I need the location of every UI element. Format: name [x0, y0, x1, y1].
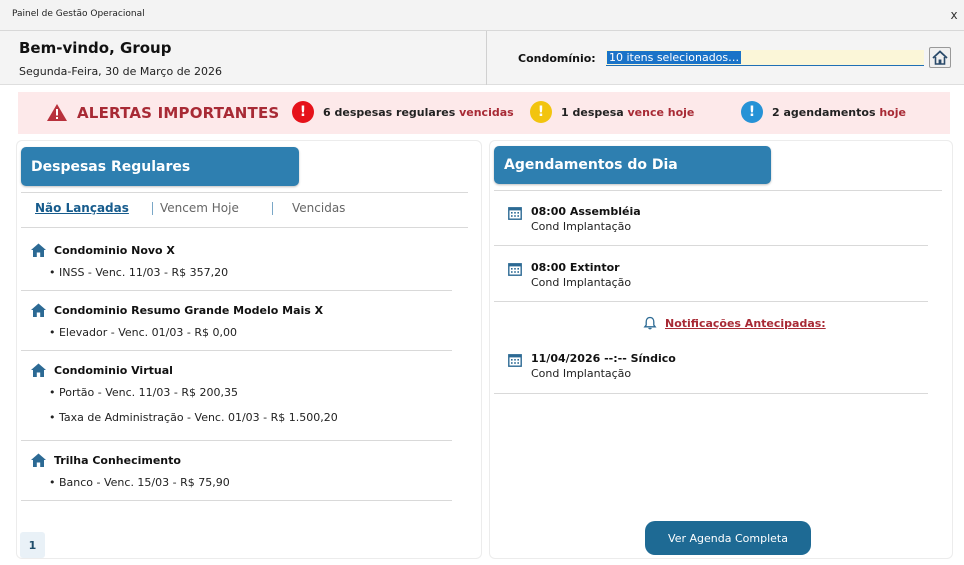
condo-label: Condomínio: — [518, 52, 596, 65]
calendar-icon — [508, 207, 522, 220]
header: Bem-vindo, Group Segunda-Feira, 30 de Ma… — [0, 31, 964, 85]
home-icon — [31, 303, 46, 317]
full-agenda-button[interactable]: Ver Agenda Completa — [645, 521, 811, 555]
alert-overdue[interactable]: ! 6 despesas regulares vencidas — [292, 101, 514, 123]
schedule-panel-title: Agendamentos do Dia — [494, 146, 771, 184]
tab-vencidas[interactable]: Vencidas — [292, 201, 345, 215]
home-icon — [31, 243, 46, 257]
current-date: Segunda-Feira, 30 de Março de 2026 — [19, 65, 222, 78]
divider — [21, 500, 452, 501]
alerts-title: ALERTAS IMPORTANTES — [77, 103, 280, 122]
tab-separator — [272, 202, 273, 215]
warning-triangle-icon — [47, 104, 67, 121]
header-divider — [486, 31, 487, 85]
appointment-title: 11/04/2026 --:-- Síndico — [531, 352, 676, 365]
alert-due-today-highlight: vence hoje — [627, 105, 695, 119]
divider — [21, 192, 468, 193]
alert-due-today-text: 1 despesa — [561, 105, 628, 119]
condo-select[interactable]: 10 itens selecionados… — [606, 50, 924, 66]
alert-due-today[interactable]: ! 1 despesa vence hoje — [530, 101, 694, 123]
advance-notifications-link[interactable]: Notificações Antecipadas: — [665, 317, 826, 330]
tab-vencem-hoje[interactable]: Vencem Hoje — [160, 201, 239, 215]
bell-icon — [643, 316, 657, 330]
home-button[interactable] — [929, 47, 951, 68]
divider — [494, 393, 928, 394]
appointment-title: 08:00 Assembléia — [531, 205, 641, 218]
schedule-panel: Agendamentos do Dia 08:00 Assembléia Con… — [490, 141, 952, 558]
condo-name: Condominio Resumo Grande Modelo Mais X — [31, 303, 323, 317]
expense-line: • Portão - Venc. 11/03 - R$ 200,35 — [49, 386, 238, 399]
alert-schedules[interactable]: ! 2 agendamentos hoje — [741, 101, 906, 123]
appointment-condo: Cond Implantação — [531, 367, 632, 380]
divider — [494, 245, 928, 246]
alerts-heading: ALERTAS IMPORTANTES — [46, 103, 279, 122]
alert-schedules-text: 2 agendamentos — [772, 105, 880, 119]
expense-line: • Taxa de Administração - Venc. 01/03 - … — [49, 411, 338, 424]
alert-overdue-text: 6 despesas regulares — [323, 105, 460, 119]
close-button[interactable]: x — [948, 8, 960, 22]
expense-line: • Banco - Venc. 15/03 - R$ 75,90 — [49, 476, 230, 489]
advance-notifications: Notificações Antecipadas: — [643, 316, 826, 330]
home-icon — [932, 50, 948, 65]
appointment-title: 08:00 Extintor — [531, 261, 620, 274]
tab-separator — [152, 202, 153, 215]
divider — [21, 350, 452, 351]
home-icon — [31, 363, 46, 377]
condo-select-value: 10 itens selecionados… — [607, 51, 742, 64]
appointment-condo: Cond Implantação — [531, 220, 632, 233]
alert-overdue-highlight: vencidas — [459, 105, 514, 119]
condo-name: Condominio Novo X — [31, 243, 175, 257]
home-icon — [31, 453, 46, 467]
window-title: Painel de Gestão Operacional — [12, 9, 145, 19]
alerts-bar: ALERTAS IMPORTANTES ! 6 despesas regular… — [18, 92, 950, 134]
alert-yellow-icon: ! — [530, 101, 552, 123]
condo-name: Condominio Virtual — [31, 363, 173, 377]
tab-nao-lancadas[interactable]: Não Lançadas — [35, 201, 129, 215]
expenses-panel: Despesas Regulares Não Lançadas Vencem H… — [17, 141, 481, 558]
condo-name: Trilha Conhecimento — [31, 453, 181, 467]
expense-line: • INSS - Venc. 11/03 - R$ 357,20 — [49, 266, 229, 279]
calendar-icon — [508, 263, 522, 276]
expenses-panel-title: Despesas Regulares — [21, 147, 299, 186]
divider — [494, 301, 928, 302]
calendar-icon — [508, 354, 522, 367]
window-titlebar: Painel de Gestão Operacional x — [0, 0, 964, 31]
expense-line: • Elevador - Venc. 01/03 - R$ 0,00 — [49, 326, 237, 339]
appointment-condo: Cond Implantação — [531, 276, 632, 289]
divider — [494, 190, 942, 191]
pagination-page-1[interactable]: 1 — [20, 532, 45, 558]
alert-red-icon: ! — [292, 101, 314, 123]
alert-schedules-highlight: hoje — [879, 105, 906, 119]
alert-blue-icon: ! — [741, 101, 763, 123]
divider — [21, 227, 468, 228]
welcome-title: Bem-vindo, Group — [19, 39, 172, 57]
divider — [21, 290, 452, 291]
divider — [21, 440, 452, 441]
